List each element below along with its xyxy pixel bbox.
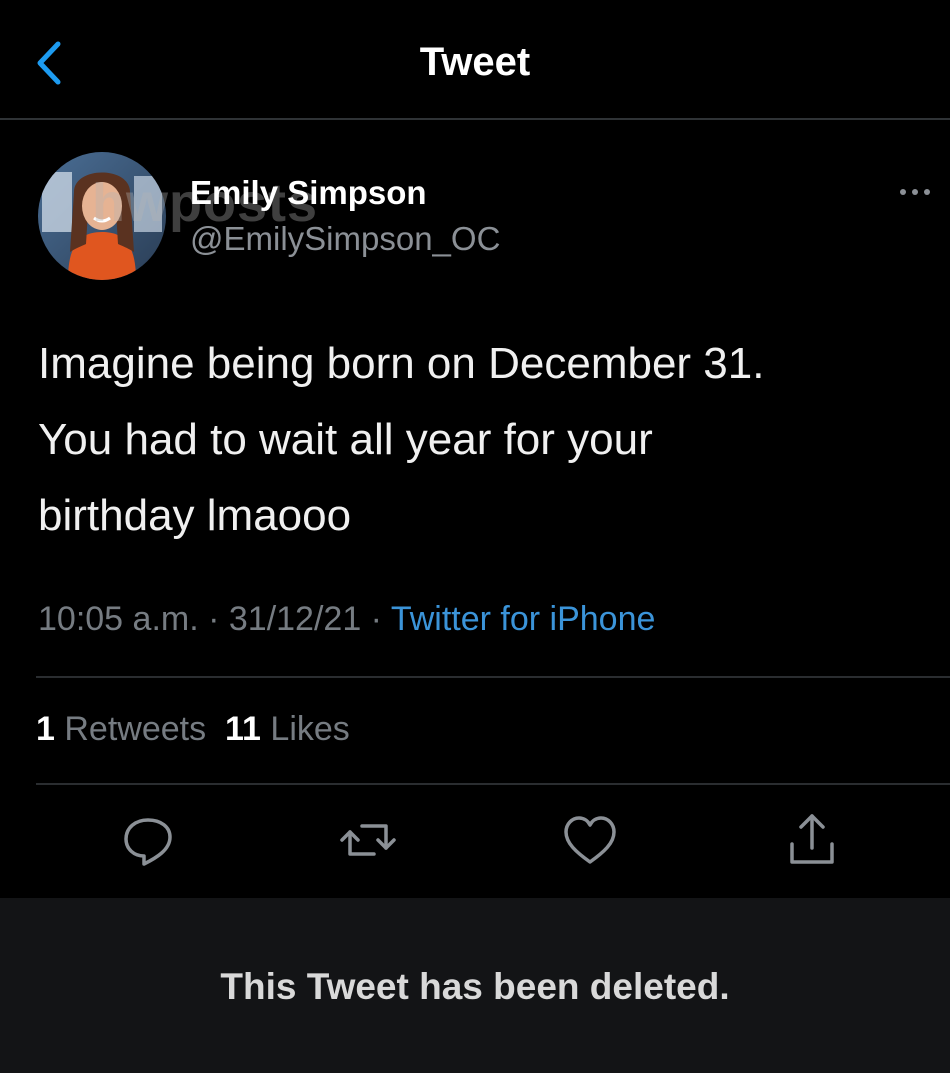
likes-count: 11 [225, 710, 261, 748]
avatar[interactable] [38, 152, 166, 280]
divider [36, 676, 950, 678]
retweet-icon [340, 824, 396, 856]
heart-icon [564, 816, 616, 864]
author-handle[interactable]: @EmilySimpson_OC [190, 220, 500, 258]
share-button[interactable] [782, 810, 842, 870]
more-options-button[interactable] [895, 180, 935, 204]
top-bar: Tweet [0, 0, 950, 120]
share-icon [790, 814, 834, 864]
tweet-text-line: You had to wait all year for your [38, 415, 653, 464]
tweet-source-link[interactable]: Twitter for iPhone [391, 600, 656, 638]
tweet-time: 10:05 a.m. [38, 600, 199, 638]
deleted-notice-banner: This Tweet has been deleted. [0, 898, 950, 1073]
likes-stat[interactable]: 11 Likes [225, 710, 350, 748]
tweet-date: 31/12/21 [228, 600, 362, 638]
engagement-stats: 1 Retweets 11 Likes [36, 710, 350, 749]
reply-icon [124, 818, 172, 866]
action-bar [0, 810, 950, 870]
author-display-name[interactable]: Emily Simpson [190, 174, 427, 212]
reply-button[interactable] [118, 810, 178, 870]
like-button[interactable] [560, 810, 620, 870]
retweets-stat[interactable]: 1 Retweets [36, 710, 206, 748]
page-title: Tweet [419, 40, 531, 84]
tweet-text-line: birthday lmaooo [38, 491, 352, 540]
deleted-notice-text: This Tweet has been deleted. [220, 966, 730, 1007]
avatar-photo [38, 152, 166, 280]
retweets-label: Retweets [64, 710, 207, 748]
ellipsis-icon [900, 189, 930, 195]
retweet-button[interactable] [338, 810, 398, 870]
tweet-text: Imagine being born on December 31. You h… [38, 326, 918, 554]
divider [36, 783, 950, 785]
retweets-count: 1 [36, 710, 55, 748]
meta-separator: · [198, 600, 229, 638]
meta-separator: · [361, 600, 391, 638]
tweet-metadata: 10:05 a.m. · 31/12/21 · Twitter for iPho… [38, 600, 655, 639]
tweet-text-line: Imagine being born on December 31. [38, 339, 765, 388]
likes-label: Likes [270, 710, 350, 748]
